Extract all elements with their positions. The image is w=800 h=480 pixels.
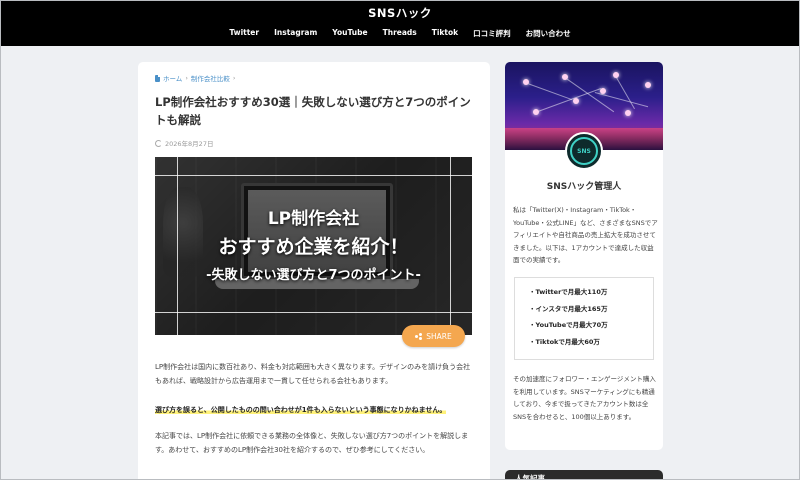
- eyecatch-title-line3: -失敗しない選び方と7つのポイント-: [206, 268, 421, 283]
- achievements-box: ・Twitterで月最大110万 ・インスタで月最大165万 ・YouTubeで…: [514, 277, 654, 360]
- achievement-item: ・インスタで月最大165万: [529, 304, 608, 313]
- post-date-text: 2026年8月27日: [165, 140, 214, 148]
- post-date: 2026年8月27日: [155, 138, 213, 148]
- refresh-icon: [155, 139, 162, 147]
- document-icon: [155, 74, 160, 82]
- achievement-item: ・YouTubeで月最大70万: [529, 321, 608, 329]
- frame-line: [155, 312, 472, 313]
- nav-item-youtube[interactable]: YouTube: [325, 28, 375, 39]
- intro-paragraph: LP制作会社は国内に数百社あり、料金も対応範囲も大きく異なります。デザインのみを…: [155, 363, 471, 385]
- global-nav: Twitter Instagram YouTube Threads Tiktok…: [0, 28, 800, 39]
- site-title[interactable]: SNSハック: [0, 5, 800, 21]
- author-name: SNSハック管理人: [546, 182, 622, 192]
- site-header: SNSハック Twitter Instagram YouTube Threads…: [0, 0, 800, 46]
- summary-paragraph: 本記事では、LP制作会社に依頼できる業務の全体像と、失敗しない選び方7つのポイン…: [155, 432, 469, 454]
- popular-posts-widget: 人気記事: [505, 470, 663, 480]
- achievement-item: ・Tiktokで月最大60万: [529, 337, 600, 346]
- nav-item-twitter[interactable]: Twitter: [222, 28, 267, 39]
- nav-item-reviews[interactable]: 口コミ評判: [466, 28, 519, 39]
- author-bio: 私は「Twitter(X)・Instagram・TikTok・YouTube・公…: [513, 206, 658, 264]
- highlight-text: 選び方を誤ると、公開したものの問い合わせが1件も入らないという事態になりかねませ…: [155, 406, 447, 414]
- article-title: LP制作会社おすすめ30選｜失敗しない選び方と7つのポイントも解説: [155, 95, 471, 127]
- author-bio-continued: その加速度にフォロワー・エンゲージメント購入を利用しています。SNSマーケティン…: [513, 375, 656, 421]
- share-icon: [415, 332, 423, 340]
- highlight-paragraph: 選び方を誤ると、公開したものの問い合わせが1件も入らないという事態になりかねませ…: [155, 404, 475, 416]
- eyecatch-title-line2: おすすめ企業を紹介！: [218, 236, 409, 258]
- article-card: ホーム › 制作会社比較 › LP制作会社おすすめ30選｜失敗しない選び方と7つ…: [138, 62, 490, 480]
- achievement-item: ・Twitterで月最大110万: [529, 288, 608, 296]
- nav-item-tiktok[interactable]: Tiktok: [424, 28, 465, 39]
- eyecatch-image: LP制作会社 おすすめ企業を紹介！ -失敗しない選び方と7つのポイント-: [155, 157, 472, 335]
- nav-item-threads[interactable]: Threads: [375, 28, 424, 39]
- widget-title: 人気記事: [515, 474, 545, 480]
- breadcrumb: ホーム › 制作会社比較 ›: [155, 73, 236, 83]
- share-button[interactable]: SHARE: [402, 325, 465, 347]
- avatar: SNS: [565, 132, 603, 170]
- nav-item-instagram[interactable]: Instagram: [267, 28, 325, 39]
- breadcrumb-separator: ›: [232, 74, 236, 82]
- nav-item-contact[interactable]: お問い合わせ: [518, 28, 578, 39]
- breadcrumb-home[interactable]: ホーム: [163, 73, 182, 83]
- share-label: SHARE: [426, 331, 452, 341]
- breadcrumb-category[interactable]: 制作会社比較: [191, 73, 230, 83]
- breadcrumb-separator: ›: [185, 74, 188, 82]
- frame-line: [155, 175, 472, 176]
- avatar-logo: SNS: [570, 137, 598, 165]
- eyecatch-title-line1: LP制作会社: [267, 209, 360, 229]
- author-profile-widget: SNS SNSハック管理人 私は「Twitter(X)・Instagram・Ti…: [505, 62, 663, 450]
